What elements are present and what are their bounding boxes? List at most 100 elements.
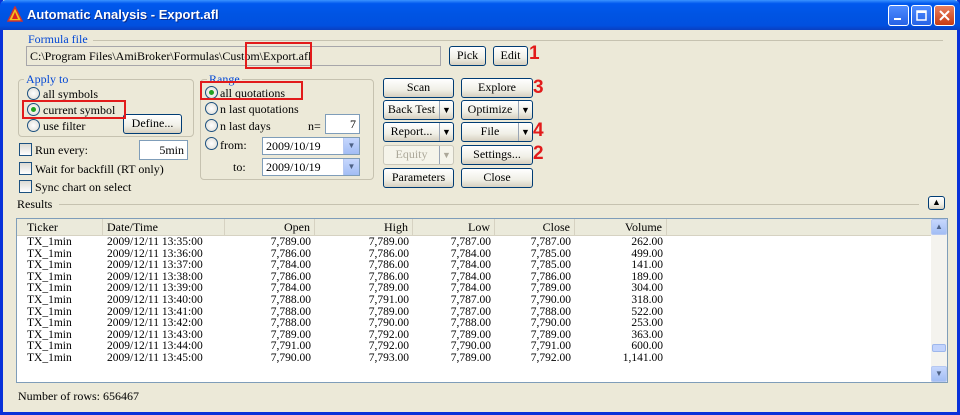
cell-low: 7,787.00 [450, 294, 491, 306]
cell-low: 7,787.00 [450, 236, 491, 248]
results-label: Results [17, 197, 53, 211]
cell-volume: 253.00 [631, 317, 663, 330]
chevron-down-icon[interactable]: ▼ [343, 138, 359, 154]
cell-low: 7,784.00 [450, 259, 491, 272]
column-header-volume[interactable]: Volume [575, 219, 667, 236]
radio-n-last-days[interactable] [205, 119, 218, 132]
cell-datetime: 2009/12/11 13:35:00 [107, 236, 203, 248]
results-table[interactable]: Ticker Date/Time Open High Low Close Vol… [16, 218, 948, 383]
sync-chart-label: Sync chart on select [35, 180, 132, 194]
file-button[interactable]: File ▼ [461, 122, 533, 142]
optimize-button[interactable]: Optimize ▼ [461, 100, 533, 120]
report-button[interactable]: Report... ▼ [383, 122, 454, 142]
column-header-open[interactable]: Open [225, 219, 315, 236]
scroll-down-arrow[interactable]: ▼ [931, 366, 947, 382]
scan-button[interactable]: Scan [383, 78, 454, 98]
radio-n-last-days-label: n last days [220, 119, 271, 133]
cell-datetime: 2009/12/11 13:42:00 [107, 317, 203, 330]
table-row[interactable]: TX_1min 2009/12/11 13:40:00 7,788.00 7,791.… [17, 294, 933, 307]
to-label: to: [233, 160, 246, 174]
cell-high: 7,793.00 [368, 352, 409, 364]
minimize-button[interactable] [888, 5, 909, 26]
title-bar[interactable]: Automatic Analysis - Export.afl [0, 0, 960, 30]
annotation-1: 1 [529, 43, 540, 64]
cell-volume: 262.00 [631, 236, 663, 248]
cell-close: 7,792.00 [530, 352, 571, 364]
pick-button[interactable]: Pick [449, 46, 486, 66]
to-date-picker[interactable]: 2009/10/19 ▼ [262, 158, 360, 176]
sync-chart-checkbox[interactable] [19, 180, 32, 193]
apply-to-label: Apply to [24, 72, 71, 86]
cell-open: 7,788.00 [270, 294, 311, 306]
radio-all-symbols-label: all symbols [43, 87, 99, 101]
cell-high: 7,790.00 [368, 317, 409, 330]
wait-backfill-checkbox[interactable] [19, 162, 32, 175]
chevron-up-icon: ▲ [932, 197, 941, 207]
cell-datetime: 2009/12/11 13:40:00 [107, 294, 203, 306]
optimize-label: Optimize [467, 102, 513, 116]
formula-path-field[interactable]: C:\Program Files\AmiBroker\Formulas\Cust… [26, 46, 441, 66]
results-scrollbar[interactable]: ▲ ▼ [931, 219, 947, 382]
close-window-button[interactable] [934, 5, 955, 26]
radio-use-filter[interactable] [27, 119, 40, 132]
run-every-field[interactable]: 5min [139, 140, 188, 160]
from-date-value: 2009/10/19 [266, 139, 321, 153]
backtest-button[interactable]: Back Test ▼ [383, 100, 454, 120]
amibroker-logo-icon [7, 6, 23, 22]
cell-low: 7,789.00 [450, 352, 491, 364]
chevron-down-icon[interactable]: ▼ [439, 101, 453, 119]
table-row[interactable]: TX_1min 2009/12/11 13:37:00 7,784.00 7,786.… [17, 260, 933, 272]
window-title: Automatic Analysis - Export.afl [27, 7, 219, 22]
maximize-icon [916, 10, 927, 21]
cell-open: 7,788.00 [270, 317, 311, 330]
close-button[interactable]: Close [461, 168, 533, 188]
scroll-thumb[interactable] [932, 344, 946, 352]
radio-from-date[interactable] [205, 137, 218, 150]
cell-volume: 318.00 [631, 294, 663, 306]
results-table-header: Ticker Date/Time Open High Low Close Vol… [17, 219, 933, 236]
n-value-field[interactable]: 7 [325, 114, 360, 134]
backtest-label: Back Test [387, 102, 436, 116]
cell-high: 7,791.00 [368, 294, 409, 306]
table-row[interactable]: TX_1min 2009/12/11 13:35:00 7,789.00 7,789.… [17, 236, 933, 249]
cell-high: 7,786.00 [368, 259, 409, 272]
radio-n-last-quotations[interactable] [205, 102, 218, 115]
column-header-ticker[interactable]: Ticker [17, 219, 103, 236]
cell-ticker: TX_1min [27, 259, 72, 272]
table-row[interactable]: TX_1min 2009/12/11 13:42:00 7,788.00 7,790.… [17, 318, 933, 330]
table-row[interactable]: TX_1min 2009/12/11 13:45:00 7,790.00 7,793.… [17, 352, 933, 365]
file-label: File [480, 124, 500, 138]
close-icon [939, 10, 950, 21]
maximize-button[interactable] [911, 5, 932, 26]
column-header-low[interactable]: Low [413, 219, 495, 236]
cell-volume: 1,141.00 [622, 352, 663, 364]
cell-datetime: 2009/12/11 13:37:00 [107, 259, 203, 272]
collapse-results-button[interactable]: ▲ [928, 196, 945, 210]
n-equals-label: n= [308, 119, 321, 133]
highlight-box-all-quotations [200, 81, 303, 100]
column-header-datetime[interactable]: Date/Time [103, 219, 225, 236]
column-header-close[interactable]: Close [495, 219, 575, 236]
explore-button[interactable]: Explore [461, 78, 533, 98]
from-date-picker[interactable]: 2009/10/19 ▼ [262, 137, 360, 155]
column-header-high[interactable]: High [315, 219, 413, 236]
chevron-down-icon[interactable]: ▼ [518, 123, 532, 141]
cell-close: 7,790.00 [530, 317, 571, 330]
define-button[interactable]: Define... [123, 114, 182, 134]
formula-divider [93, 40, 943, 41]
settings-button[interactable]: Settings... [461, 145, 533, 165]
radio-all-symbols[interactable] [27, 87, 40, 100]
chevron-down-icon[interactable]: ▼ [343, 159, 359, 175]
annotation-2: 2 [533, 143, 544, 164]
highlight-box-current-symbol [22, 100, 126, 119]
chevron-down-icon[interactable]: ▼ [439, 123, 453, 141]
parameters-button[interactable]: Parameters [383, 168, 454, 188]
cell-close: 7,790.00 [530, 294, 571, 306]
run-every-checkbox[interactable] [19, 143, 32, 156]
cell-ticker: TX_1min [27, 294, 72, 306]
scroll-up-arrow[interactable]: ▲ [931, 219, 947, 235]
to-date-value: 2009/10/19 [266, 160, 321, 174]
chevron-down-icon[interactable]: ▼ [518, 101, 532, 119]
edit-button[interactable]: Edit [493, 46, 528, 66]
automatic-analysis-window: Automatic Analysis - Export.afl Formula … [0, 0, 960, 415]
